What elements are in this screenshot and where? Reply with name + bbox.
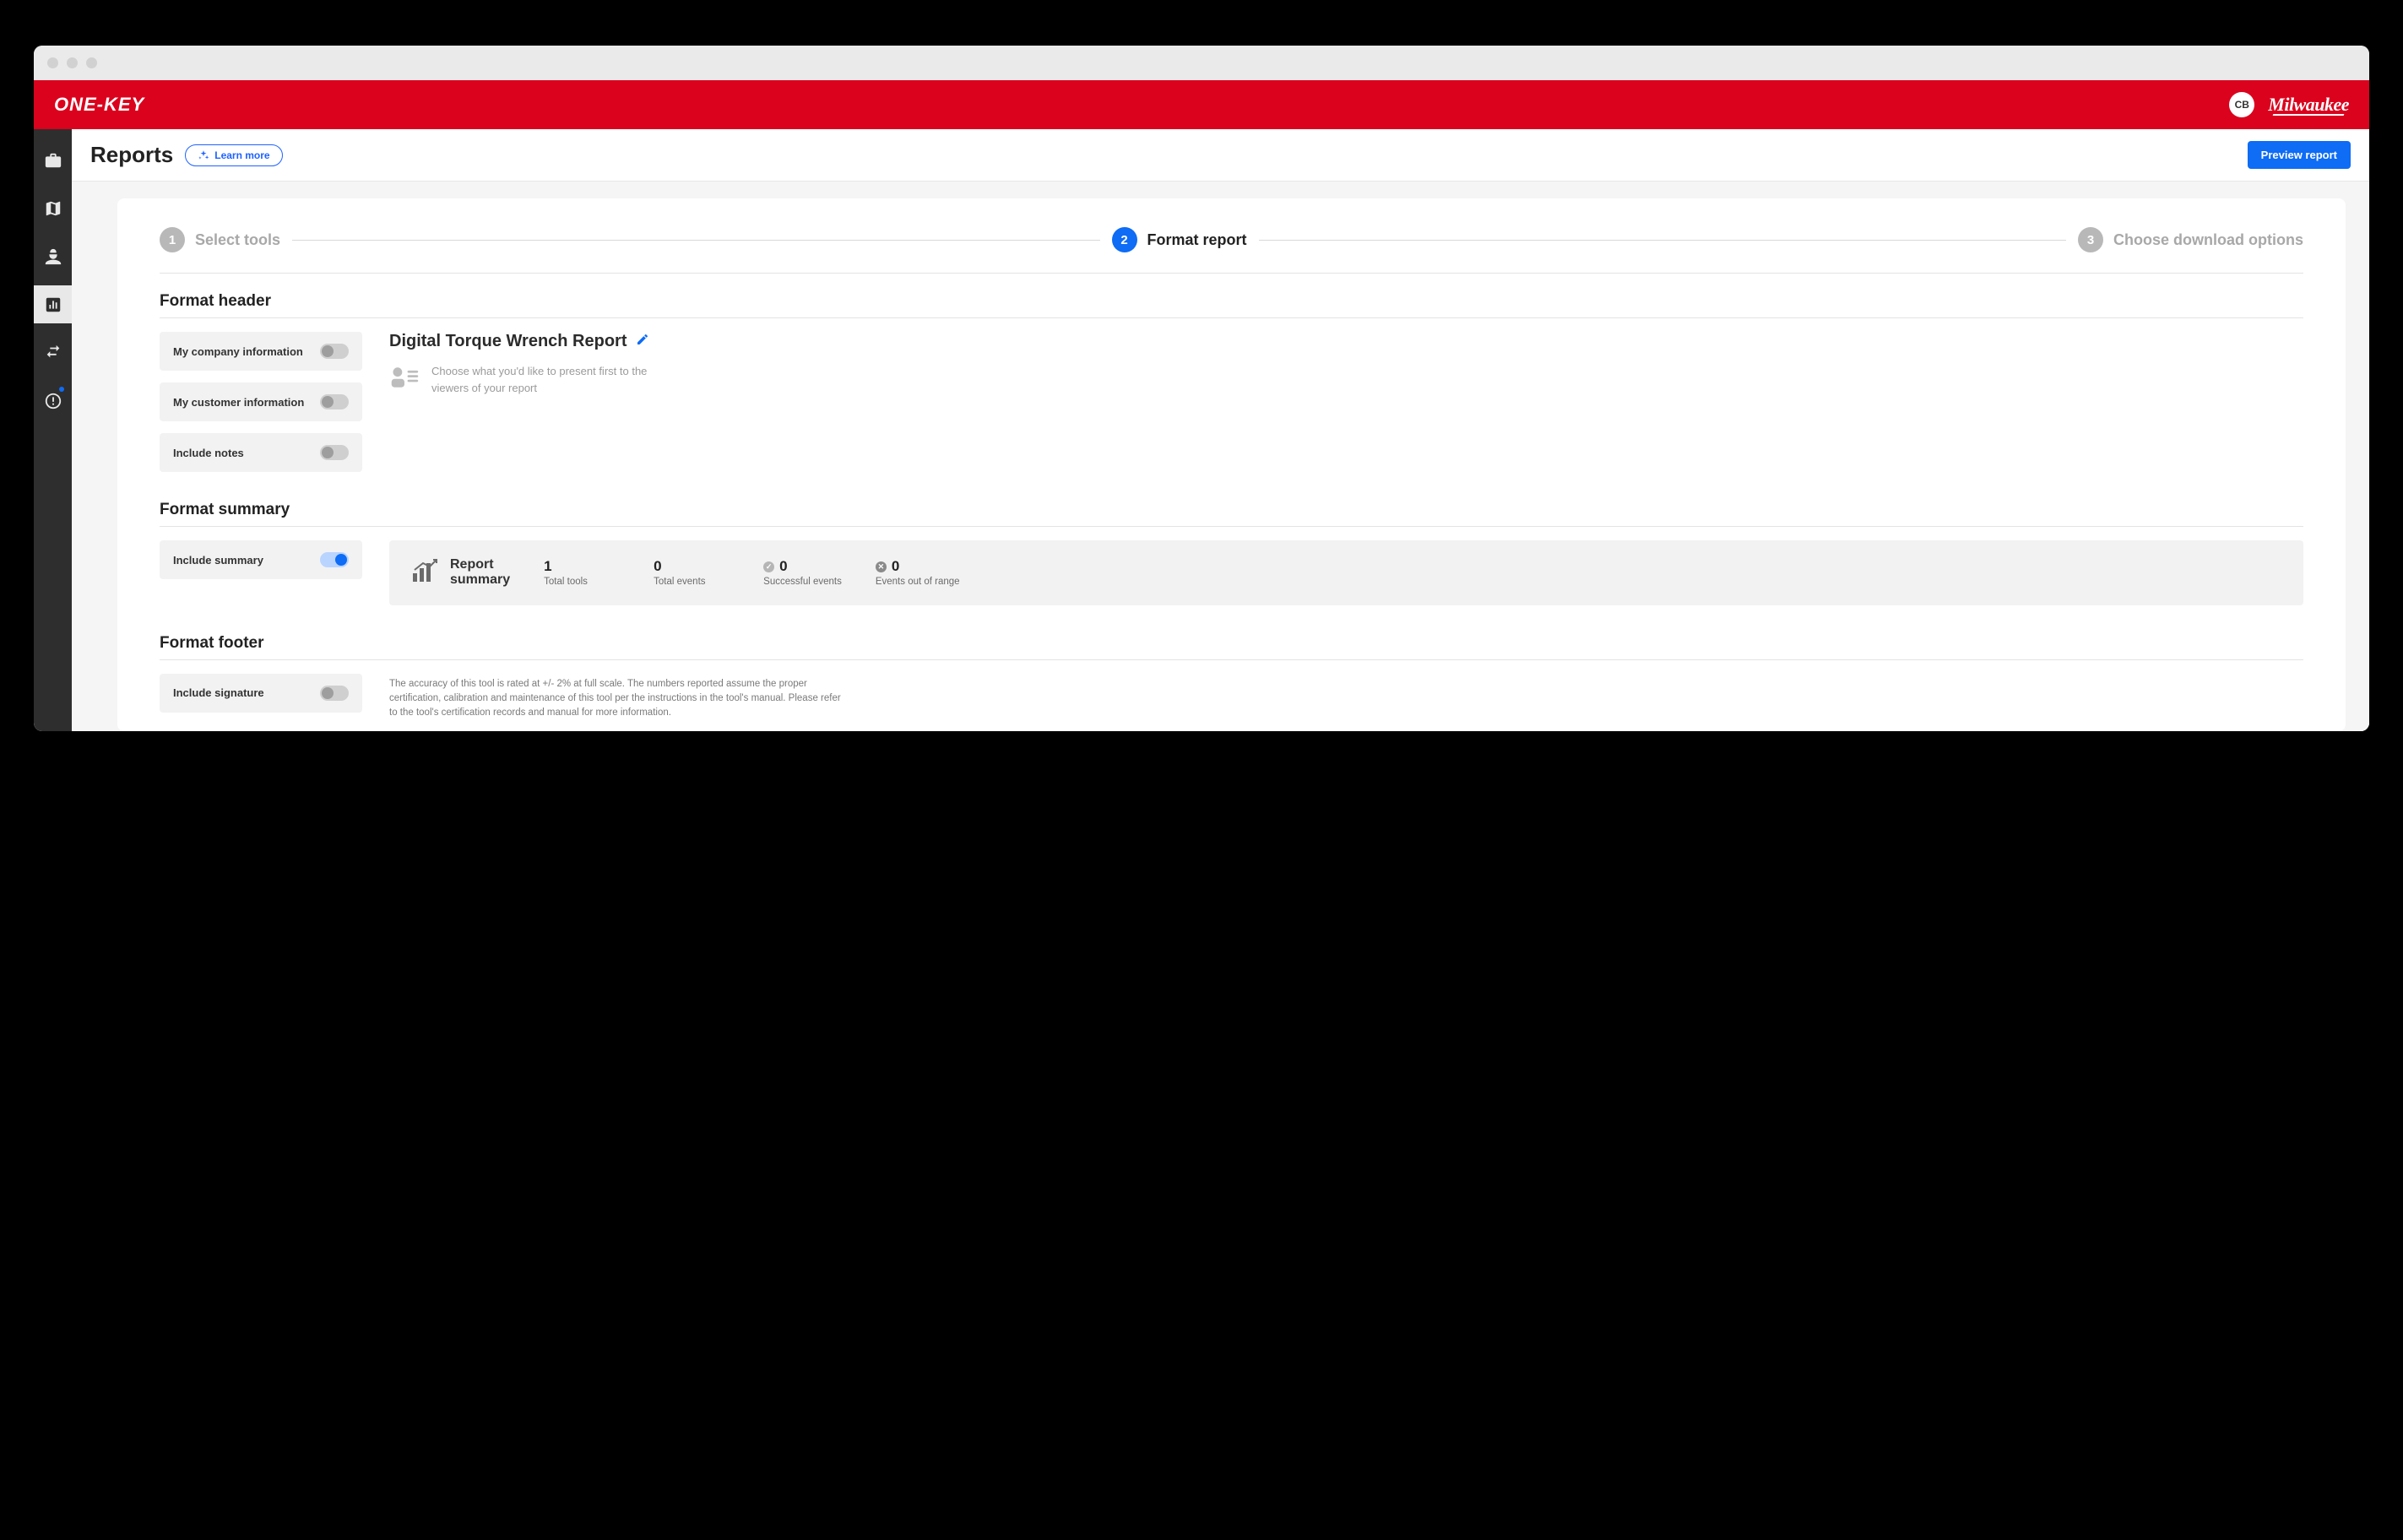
stat-successful-events: ✓ 0 Successful events [763, 558, 842, 587]
toggle-include-signature: Include signature [160, 674, 362, 713]
nav-toolbox[interactable] [34, 141, 72, 179]
app-name: ONE-KEY [54, 94, 144, 116]
notification-dot-icon [59, 387, 64, 392]
toggle-include-summary-switch[interactable] [320, 552, 349, 567]
milwaukee-logo: Milwaukee [2268, 94, 2349, 116]
learn-more-label: Learn more [214, 149, 269, 161]
page-title: Reports [90, 142, 173, 168]
alert-icon [44, 392, 62, 410]
toggle-include-signature-switch[interactable] [320, 686, 349, 701]
app-brand: ONE-KEY [54, 94, 144, 116]
sparkle-icon [198, 149, 209, 161]
step-label: Select tools [195, 231, 280, 249]
stat-label: Events out of range [876, 577, 960, 587]
nav-alerts[interactable] [34, 382, 72, 420]
learn-more-button[interactable]: Learn more [185, 144, 282, 166]
summary-box: Reportsummary 1 Total tools 0 Total even… [389, 540, 2303, 605]
toggle-customer-info-switch[interactable] [320, 394, 349, 409]
x-circle-icon: ✕ [876, 561, 887, 572]
stat-total-tools: 1 Total tools [544, 558, 620, 587]
toggle-include-summary: Include summary [160, 540, 362, 579]
preview-report-button[interactable]: Preview report [2248, 141, 2351, 169]
summary-box-title: Reportsummary [450, 557, 510, 588]
stat-total-events: 0 Total events [654, 558, 730, 587]
nav-people[interactable] [34, 237, 72, 275]
toggle-customer-info: My customer information [160, 382, 362, 421]
worker-icon [44, 247, 62, 266]
map-pin-icon [44, 199, 62, 218]
step-divider [292, 240, 1099, 241]
page-header: Reports Learn more Preview report [72, 129, 2369, 182]
stat-value: 0 [892, 558, 899, 575]
footer-disclaimer: The accuracy of this tool is rated at +/… [389, 674, 845, 721]
nav-transfers[interactable] [34, 333, 72, 371]
toggle-company-info-switch[interactable] [320, 344, 349, 359]
window-minimize-dot[interactable] [67, 57, 78, 68]
nav-places[interactable] [34, 189, 72, 227]
report-title: Digital Torque Wrench Report [389, 332, 627, 351]
step-select-tools[interactable]: 1 Select tools [160, 227, 280, 252]
stat-label: Successful events [763, 577, 842, 587]
toggle-label: My company information [173, 345, 303, 358]
nav-reports[interactable] [34, 285, 72, 323]
window-controls [34, 46, 2369, 80]
stat-label: Total tools [544, 577, 620, 587]
toolbox-icon [44, 151, 62, 170]
format-header-title: Format header [160, 292, 2303, 318]
window-maximize-dot[interactable] [86, 57, 97, 68]
stat-value: 0 [779, 558, 787, 575]
stat-events-out-of-range: ✕ 0 Events out of range [876, 558, 960, 587]
stat-value: 0 [654, 558, 730, 575]
toggle-include-notes-switch[interactable] [320, 445, 349, 460]
reports-icon [44, 296, 62, 314]
header-placeholder-text: Choose what you'd like to present first … [431, 363, 676, 396]
stat-value: 1 [544, 558, 620, 575]
chart-icon [411, 558, 440, 588]
step-number: 1 [160, 227, 185, 252]
pencil-icon [636, 333, 649, 346]
check-circle-icon: ✓ [763, 561, 774, 572]
toggle-label: Include summary [173, 554, 263, 567]
toggle-label: My customer information [173, 396, 304, 409]
step-download-options[interactable]: 3 Choose download options [2078, 227, 2303, 252]
toggle-include-notes: Include notes [160, 433, 362, 472]
top-banner: ONE-KEY CB Milwaukee [34, 80, 2369, 129]
window-close-dot[interactable] [47, 57, 58, 68]
toggle-company-info: My company information [160, 332, 362, 371]
toggle-label: Include notes [173, 447, 244, 459]
toggle-label: Include signature [173, 686, 264, 699]
format-summary-title: Format summary [160, 501, 2303, 527]
step-label: Format report [1147, 231, 1247, 249]
user-avatar[interactable]: CB [2229, 92, 2254, 117]
person-list-icon [389, 365, 420, 394]
step-number: 2 [1112, 227, 1137, 252]
step-divider [1259, 240, 2066, 241]
step-number: 3 [2078, 227, 2103, 252]
format-footer-title: Format footer [160, 634, 2303, 660]
edit-title-button[interactable] [636, 333, 649, 350]
step-format-report[interactable]: 2 Format report [1112, 227, 1247, 252]
stat-label: Total events [654, 577, 730, 587]
stepper: 1 Select tools 2 Format report [160, 227, 2303, 274]
step-label: Choose download options [2113, 231, 2303, 249]
side-nav [34, 129, 72, 731]
transfer-icon [44, 344, 62, 362]
